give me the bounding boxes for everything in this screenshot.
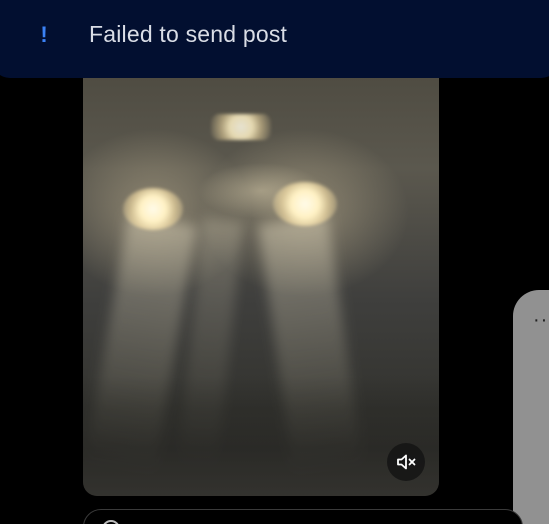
headlight-right: [273, 182, 337, 226]
video-player[interactable]: [83, 60, 439, 496]
exclamation-icon: !: [40, 22, 48, 47]
vehicle-roof-light: [211, 114, 271, 140]
unmute-button[interactable]: [387, 443, 425, 481]
toast-message: Failed to send post: [89, 21, 288, 47]
error-toast: ! Failed to send post: [0, 0, 549, 78]
speaker-muted-icon: [397, 454, 416, 470]
side-post-card[interactable]: ··: [513, 290, 549, 524]
next-post-preview[interactable]: [83, 509, 523, 524]
avatar: [102, 520, 120, 524]
more-dots-icon[interactable]: ··: [533, 310, 548, 330]
road-surface: [83, 376, 439, 496]
headlight-left: [123, 188, 183, 230]
screen: ·· ! Failed to send post: [0, 0, 549, 524]
